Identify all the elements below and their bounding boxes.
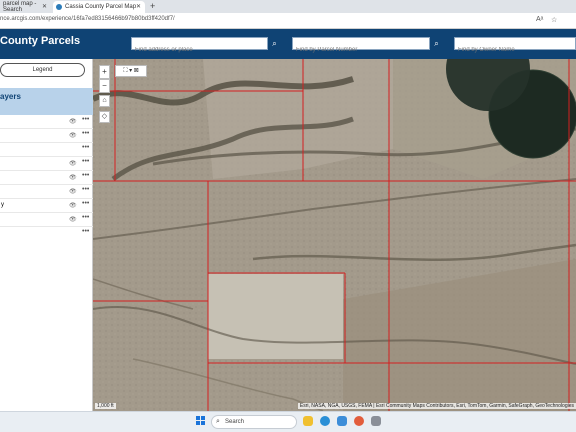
- layer-row[interactable]: 👁 •••: [0, 115, 93, 129]
- layer-row[interactable]: 👁 •••: [0, 213, 93, 227]
- address-search-input[interactable]: [132, 44, 267, 56]
- settings-icon[interactable]: [371, 416, 381, 426]
- browser-tab-parcel-map[interactable]: Cassia County Parcel Map ✕: [53, 1, 145, 13]
- layer-row[interactable]: 👁 •••: [0, 185, 93, 199]
- layer-label: y: [1, 202, 4, 208]
- search-icon[interactable]: ⌕: [268, 37, 281, 50]
- more-options-icon[interactable]: •••: [82, 116, 89, 123]
- visibility-eye-icon[interactable]: 👁: [69, 188, 77, 195]
- url-text[interactable]: nce.arcgis.com/experience/16fa7ed8315646…: [0, 16, 175, 22]
- visibility-eye-icon[interactable]: 👁: [69, 132, 77, 139]
- search-icon[interactable]: ⌕: [430, 37, 443, 50]
- visibility-eye-icon[interactable]: 👁: [69, 118, 77, 125]
- parcel-search-field[interactable]: [292, 37, 430, 56]
- scale-bar: 1,000 ft: [95, 403, 116, 409]
- map-attribution: Esri, NASA, NGA, USGS, FEMA | Esri Commu…: [297, 403, 576, 409]
- visibility-eye-icon[interactable]: 👁: [69, 216, 77, 223]
- visibility-eye-icon[interactable]: 👁: [69, 174, 77, 181]
- browser-tab-label: Cassia County Parcel Map: [65, 4, 137, 10]
- taskbar-search-box[interactable]: ⌕ Search: [211, 415, 297, 429]
- file-explorer-icon[interactable]: [303, 416, 313, 426]
- address-search-field[interactable]: [131, 37, 268, 56]
- parcel-search-input[interactable]: [293, 44, 429, 56]
- visibility-eye-icon[interactable]: 👁: [69, 202, 77, 209]
- favorite-star-icon[interactable]: ☆: [551, 16, 557, 24]
- more-options-icon[interactable]: •••: [82, 186, 89, 193]
- search-icon: ⌕: [216, 418, 220, 425]
- close-tab-icon[interactable]: ✕: [42, 3, 47, 10]
- mail-icon[interactable]: [337, 416, 347, 426]
- layer-row[interactable]: y 👁 •••: [0, 199, 93, 213]
- visibility-eye-icon[interactable]: 👁: [69, 160, 77, 167]
- layer-row[interactable]: 👁 •••: [0, 171, 93, 185]
- home-icon[interactable]: ⌂: [99, 95, 110, 107]
- more-options-icon[interactable]: •••: [82, 200, 89, 207]
- taskbar-search-label: Search: [225, 419, 245, 425]
- read-aloud-icon[interactable]: Aᵃ: [536, 16, 543, 23]
- more-options-icon[interactable]: •••: [82, 228, 89, 235]
- favicon-icon: [56, 4, 62, 10]
- windows-start-icon[interactable]: [196, 416, 205, 425]
- layer-row[interactable]: 👁 •••: [0, 157, 93, 171]
- owner-search-field[interactable]: [454, 37, 576, 56]
- layers-title: ayers: [0, 92, 21, 101]
- more-options-icon[interactable]: •••: [82, 158, 89, 165]
- new-tab-icon[interactable]: +: [150, 1, 155, 11]
- chrome-icon[interactable]: [354, 416, 364, 426]
- owner-search-input[interactable]: [455, 44, 575, 56]
- more-options-icon[interactable]: •••: [82, 144, 89, 151]
- app-title: County Parcels: [0, 35, 81, 47]
- layer-row[interactable]: •••: [0, 227, 93, 241]
- map-view[interactable]: + − ⌂ ◇ ⛶ ▾ ⊠: [93, 59, 576, 411]
- layer-row[interactable]: 👁 •••: [0, 129, 93, 143]
- more-options-icon[interactable]: •••: [82, 214, 89, 221]
- layer-row[interactable]: •••: [0, 143, 93, 157]
- legend-button[interactable]: Legend: [0, 63, 85, 77]
- browser-tab-search[interactable]: parcel map - Search ✕: [0, 1, 51, 13]
- select-tool-button[interactable]: ⛶ ▾ ⊠: [115, 65, 147, 77]
- zoom-out-button[interactable]: −: [99, 79, 110, 93]
- satellite-imagery: [93, 59, 576, 411]
- locate-icon[interactable]: ◇: [99, 111, 110, 123]
- more-options-icon[interactable]: •••: [82, 130, 89, 137]
- edge-browser-icon[interactable]: [320, 416, 330, 426]
- close-tab-icon[interactable]: ✕: [136, 3, 141, 10]
- zoom-in-button[interactable]: +: [99, 65, 110, 79]
- more-options-icon[interactable]: •••: [82, 172, 89, 179]
